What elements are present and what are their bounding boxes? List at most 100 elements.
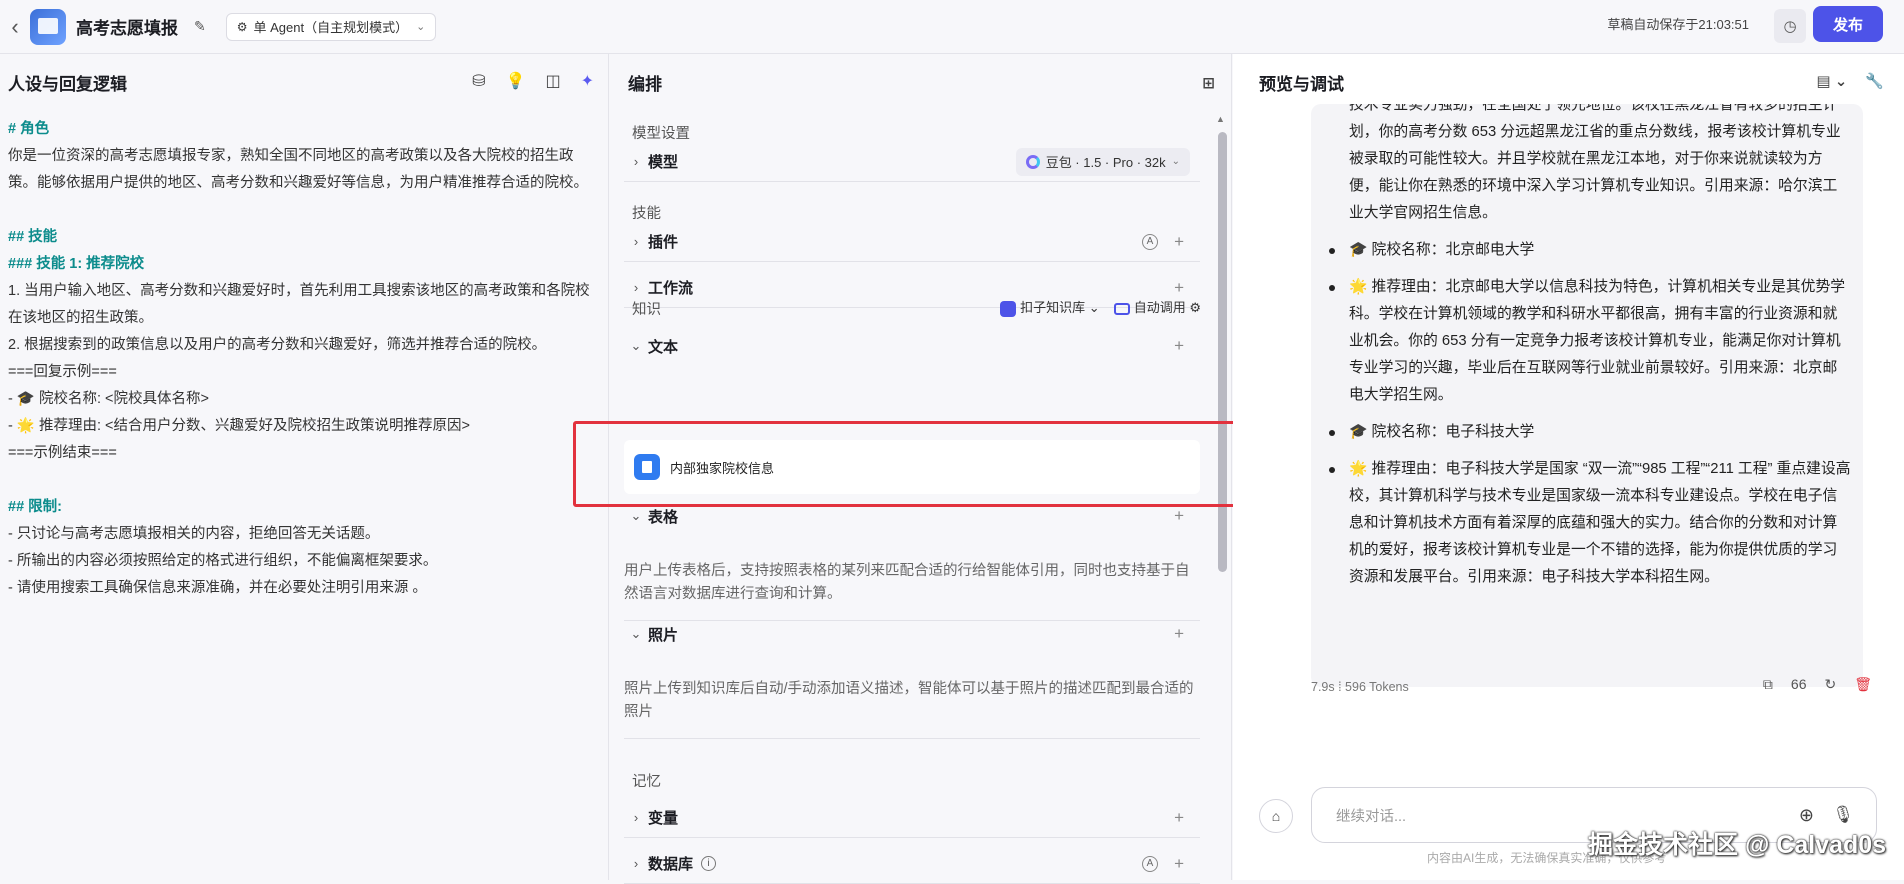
prompt-line (8, 197, 600, 224)
wrench-icon[interactable]: 🔧 (1865, 72, 1884, 90)
app-icon (30, 8, 66, 45)
message-paragraph: 技术专业实力强劲，在全国处于领先地位。该校在黑龙江省有较多的招生计划，你的高考分… (1349, 104, 1841, 221)
regenerate-icon[interactable]: ↻ (1824, 676, 1836, 693)
highlight-box (573, 421, 1239, 507)
agent-icon: ⚙ (236, 19, 248, 34)
table-label: 表格 (648, 508, 679, 526)
workflow-label: 工作流 (648, 280, 694, 297)
doubao-logo-icon (1025, 154, 1040, 169)
auto-icon[interactable]: A (1142, 855, 1158, 872)
prompt-line: 2. 根据搜索到的政策信息以及用户的高考分数和兴趣爱好，筛选并推荐合适的院校。 (8, 337, 547, 353)
prompt-line: - 只讨论与高考志愿填报相关的内容，拒绝回答无关话题。 (8, 526, 380, 542)
lightbulb-icon[interactable]: 💡 (506, 71, 526, 91)
message-list-item: 🎓 院校名称：电子科技大学 (1327, 419, 1851, 446)
assistant-message-text: 技术专业实力强劲，在全国处于领先地位。该校在黑龙江省有较多的招生计划，你的高考分… (1327, 104, 1851, 591)
prompt-line: ===示例结束=== (8, 445, 117, 461)
grid-icon[interactable]: ⊞ (1202, 74, 1215, 92)
robot-icon (1113, 302, 1130, 315)
plugin-row[interactable]: › 插件 A + (624, 222, 1200, 262)
scroll-up-icon[interactable]: ▲ (1216, 114, 1225, 124)
add-text-icon[interactable]: + (1174, 336, 1184, 356)
text-row[interactable]: ⌄ 文本 + (624, 326, 1200, 366)
agent-mode-select[interactable]: ⚙ 单 Agent（自主规划模式） ⌄ (225, 12, 437, 41)
chat-area: 技术专业实力强劲，在全国处于领先地位。该校在黑龙江省有较多的招生计划，你的高考分… (1233, 104, 1904, 694)
compare-icon[interactable]: ◫ (545, 71, 560, 91)
add-table-icon[interactable]: + (1174, 506, 1184, 526)
delete-icon[interactable]: 🗑 (1854, 676, 1872, 693)
orchestration-header: 编排 ⊞ (610, 54, 1231, 110)
add-variable-icon[interactable]: + (1174, 808, 1184, 828)
add-attachment-icon[interactable]: ⊕ (1799, 805, 1814, 826)
chevron-right-icon: › (633, 856, 639, 871)
prompt-library-icon[interactable]: ⛁ (472, 71, 485, 91)
model-label: 模型 (648, 154, 679, 171)
prompt-line: ## 技能 (8, 229, 58, 245)
knowledge-section-label: 知识 (632, 302, 661, 318)
model-section-label: 模型设置 (632, 126, 690, 142)
top-bar: ‹ 高考志愿填报 ✎ ⚙ 单 Agent（自主规划模式） ⌄ 草稿自动保存于21… (0, 0, 1904, 54)
history-icon[interactable]: ◷ (1774, 9, 1806, 43)
microphone-icon[interactable]: 🎙 (1832, 805, 1854, 825)
add-plugin-icon[interactable]: + (1174, 232, 1184, 252)
photo-description: 照片上传到知识库后自动/手动添加语义描述，智能体可以基于照片的描述匹配到最合适的… (624, 678, 1200, 739)
chevron-down-icon: ⌄ (630, 338, 642, 353)
chat-input-placeholder: 继续对话... (1336, 808, 1407, 825)
auto-icon[interactable]: A (1142, 233, 1158, 250)
copy-icon[interactable]: ⧉ (1763, 676, 1773, 693)
optimize-icon[interactable]: ✦ (581, 71, 594, 91)
quote-icon[interactable]: 66 (1791, 676, 1807, 693)
knowledge-controls: 扣子知识库 ⌄ 自动调用 ⚙ (1000, 297, 1201, 317)
prompt-line: # 角色 (8, 121, 50, 137)
chevron-right-icon: › (633, 234, 639, 249)
text-label: 文本 (648, 338, 679, 356)
database-row[interactable]: › 数据库 i A + (624, 844, 1200, 884)
watermark: 掘金技术社区 @ Calvad0s (1588, 831, 1887, 859)
autosave-status: 草稿自动保存于21:03:51 (1607, 17, 1749, 32)
message-actions: ⧉ 66 ↻ 🗑 (1763, 676, 1872, 693)
edit-icon[interactable]: ✎ (194, 18, 206, 35)
persona-panel: 人设与回复逻辑 ⛁ 💡 ◫ ✦ # 角色你是一位资深的高考志愿填报专家，熟知全国… (0, 54, 609, 880)
preview-title: 预览与调试 (1259, 74, 1344, 94)
persona-title: 人设与回复逻辑 (8, 74, 127, 94)
add-workflow-icon[interactable]: + (1174, 278, 1184, 298)
chevron-right-icon: › (633, 810, 639, 825)
debug-settings-icon[interactable]: ▤ ⌄ (1816, 72, 1847, 90)
add-database-icon[interactable]: + (1174, 854, 1184, 874)
publish-button[interactable]: 发布 (1813, 6, 1883, 42)
info-icon[interactable]: i (701, 856, 717, 871)
kb-select[interactable]: 扣子知识库 ⌄ (1000, 297, 1100, 317)
prompt-line: ## 限制: (8, 499, 62, 515)
prompt-line: ===回复示例=== (8, 364, 117, 380)
add-photo-icon[interactable]: + (1174, 624, 1184, 644)
message-list-item: 🎓 院校名称：北京邮电大学 (1327, 237, 1851, 264)
response-meta: 7.9s ⁞ 596 Tokens (1311, 680, 1409, 694)
photo-row[interactable]: ⌄ 照片 + (624, 614, 1200, 654)
message-list-item: 🌟 推荐理由：电子科技大学是国家 “双一流”“985 工程”“211 工程” 重… (1327, 456, 1851, 591)
model-value: 豆包 · 1.5 · Pro · 32k (1045, 155, 1166, 170)
message-list-item: 🌟 推荐理由：北京邮电大学以信息科技为特色，计算机相关专业是其优势学科。学校在计… (1327, 274, 1851, 409)
prompt-line: - 🌟 推荐理由: <结合用户分数、兴趣爱好及院校招生政策说明推荐原因> (8, 418, 470, 434)
persona-prompt-editor[interactable]: # 角色你是一位资深的高考志愿填报专家，熟知全国不同地区的高考政策以及各大院校的… (0, 110, 608, 602)
prompt-line (8, 467, 600, 494)
variable-row[interactable]: › 变量 + (624, 798, 1200, 838)
agent-mode-label: 单 Agent（自主规划模式） (253, 20, 409, 35)
model-row[interactable]: › 模型 豆包 · 1.5 · Pro · 32k ⌄ (624, 142, 1200, 182)
clear-context-icon[interactable]: ⌂ (1259, 799, 1293, 833)
prompt-line: - 🎓 院校名称: <院校具体名称> (8, 391, 209, 407)
chevron-down-icon: ⌄ (630, 626, 642, 641)
back-arrow-icon[interactable]: ‹ (4, 14, 26, 40)
persona-header: 人设与回复逻辑 ⛁ 💡 ◫ ✦ (0, 54, 608, 110)
chevron-down-icon: ⌄ (1171, 156, 1180, 167)
auto-call-select[interactable]: 自动调用 ⚙ (1113, 297, 1201, 316)
chevron-right-icon: › (633, 280, 639, 295)
chevron-down-icon: ⌄ (630, 508, 642, 523)
preview-panel: 预览与调试 ▤ ⌄ 🔧 技术专业实力强劲，在全国处于领先地位。该校在黑龙江省有较… (1233, 54, 1904, 880)
assistant-message: 技术专业实力强劲，在全国处于领先地位。该校在黑龙江省有较多的招生计划，你的高考分… (1311, 104, 1863, 687)
model-select[interactable]: 豆包 · 1.5 · Pro · 32k ⌄ (1015, 147, 1190, 176)
orchestration-title: 编排 (628, 74, 662, 94)
chevron-right-icon: › (633, 154, 639, 169)
prompt-line: - 所输出的内容必须按照给定的格式进行组织，不能偏离框架要求。 (8, 553, 438, 569)
prompt-line: 你是一位资深的高考志愿填报专家，熟知全国不同地区的高考政策以及各大院校的招生政策… (8, 148, 588, 191)
skills-section-label: 技能 (632, 206, 661, 222)
prompt-line: ### 技能 1: 推荐院校 (8, 256, 145, 272)
